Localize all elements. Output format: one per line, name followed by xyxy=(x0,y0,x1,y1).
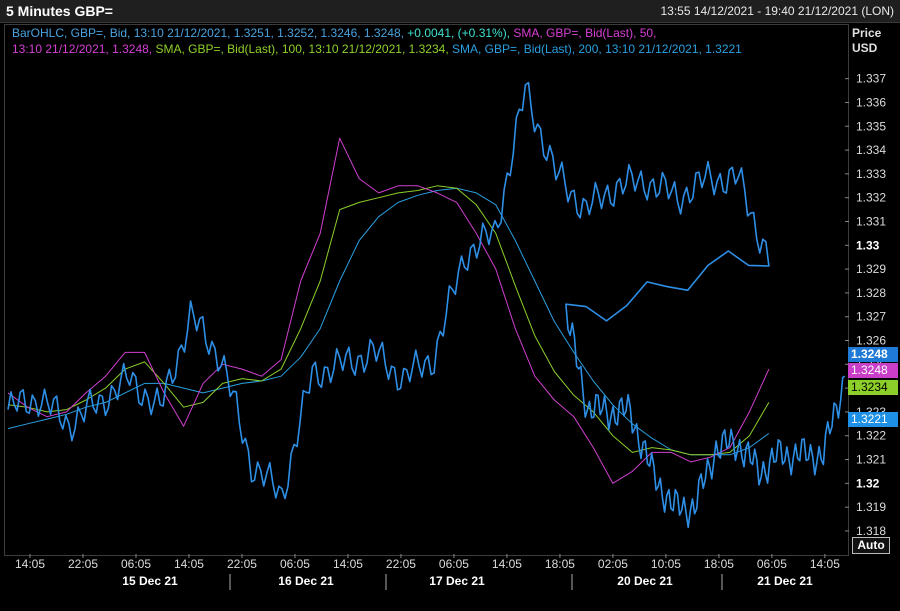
y-tick-label: 1.32 xyxy=(856,476,880,490)
x-tick-label: 06:05 xyxy=(280,557,310,571)
day-label: 16 Dec 21 xyxy=(278,574,334,588)
x-tick-label: 22:05 xyxy=(68,557,98,571)
price-tag-label: 1.3248 xyxy=(851,347,888,361)
price-chart: 1.337 1.336 1.335 1.334 1.333 1.332 1.331 1.33 1… xyxy=(7,72,898,590)
series-line-sma200 xyxy=(7,187,770,456)
y-tick-label: 1.332 xyxy=(856,191,886,205)
y-tick-label: 1.319 xyxy=(856,500,886,514)
x-tick-label: 22:05 xyxy=(227,557,257,571)
day-label: 17 Dec 21 xyxy=(429,574,485,588)
y-tick-label: 1.333 xyxy=(856,167,886,181)
y-tick-label: 1.327 xyxy=(856,310,886,324)
x-tick-label: 10:05 xyxy=(651,557,681,571)
y-tick-label: 1.337 xyxy=(856,72,886,86)
day-label: 20 Dec 21 xyxy=(617,574,673,588)
y-tick-label: 1.329 xyxy=(856,262,886,276)
x-tick-label: 14:05 xyxy=(333,557,363,571)
x-tick-label: 14:05 xyxy=(15,557,45,571)
x-tick-label: 14:05 xyxy=(492,557,522,571)
x-tick-label: 18:05 xyxy=(545,557,575,571)
x-tick-label: 14:05 xyxy=(174,557,204,571)
series-line-sma100 xyxy=(7,185,770,456)
x-tick-label: 22:05 xyxy=(386,557,416,571)
price-tag-label: 1.3248 xyxy=(851,363,888,377)
y-tick-label: 1.335 xyxy=(856,119,886,133)
y-tick-label: 1.331 xyxy=(856,214,886,228)
y-tick-label: 1.318 xyxy=(856,524,886,538)
x-tick-label: 02:05 xyxy=(598,557,628,571)
x-tick-label: 18:05 xyxy=(704,557,734,571)
price-tag-label: 1.3221 xyxy=(851,412,888,426)
x-tick-label: 14:05 xyxy=(810,557,840,571)
y-tick-label: 1.326 xyxy=(856,334,886,348)
y-tick-label: 1.328 xyxy=(856,286,886,300)
y-tick-label: 1.322 xyxy=(856,429,886,443)
x-tick-label: 06:05 xyxy=(439,557,469,571)
day-label: 15 Dec 21 xyxy=(122,574,178,588)
x-tick-label: 06:05 xyxy=(121,557,151,571)
y-tick-label: 1.334 xyxy=(856,143,886,157)
y-tick-label: 1.336 xyxy=(856,95,886,109)
x-tick-label: 06:05 xyxy=(757,557,787,571)
y-tick-label: 1.33 xyxy=(856,238,880,252)
day-label: 21 Dec 21 xyxy=(757,574,813,588)
price-tag-label: 1.3234 xyxy=(851,380,888,394)
y-tick-label: 1.321 xyxy=(856,453,886,467)
series-line-ohlc xyxy=(7,81,846,529)
